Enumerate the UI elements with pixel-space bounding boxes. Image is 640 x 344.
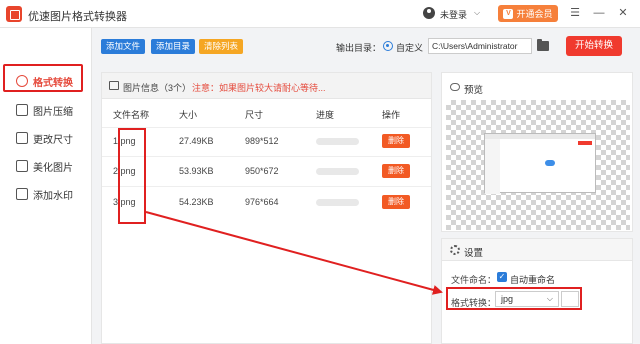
sidebar-item-label: 美化图片: [33, 162, 73, 174]
sidebar-item-label: 图片压缩: [33, 106, 73, 118]
settings-header: 设置: [442, 239, 632, 261]
chevron-down-icon[interactable]: ⌵: [474, 8, 480, 18]
file-dims-cell: 950*672: [245, 166, 279, 176]
folder-icon[interactable]: [537, 39, 549, 51]
settings-panel: 设置 文件命名： ✓ 自动重命名 格式转换： jpg ⌵: [441, 238, 633, 344]
file-dims-cell: 989*512: [245, 136, 279, 146]
login-status[interactable]: 未登录: [440, 8, 467, 21]
sidebar-item-beautify[interactable]: 美化图片: [10, 154, 88, 178]
row-divider: [102, 186, 431, 187]
delete-button[interactable]: 删除: [382, 195, 410, 209]
thumbnail-button: [578, 141, 592, 145]
format-select[interactable]: jpg ⌵: [495, 291, 559, 307]
vip-label: 开通会员: [516, 9, 553, 19]
menu-icon[interactable]: ☰: [568, 6, 582, 20]
thumbnail-sidebar: [485, 139, 500, 194]
file-name-cell: 2.png: [113, 166, 136, 176]
progress-bar: [316, 168, 359, 175]
file-size-cell: 53.93KB: [179, 166, 214, 176]
add-folder-button[interactable]: 添加目录: [151, 39, 196, 54]
progress-bar: [316, 138, 359, 145]
vip-icon: V: [503, 8, 514, 19]
file-dims-cell: 976*664: [245, 197, 279, 207]
cloud-icon: [545, 160, 555, 166]
chevron-down-icon: ⌵: [546, 294, 553, 303]
title-bar: 优速图片格式转换器 未登录 ⌵ V 开通会员 ☰ — ✕: [0, 0, 640, 28]
row-divider: [102, 156, 431, 157]
preview-canvas: [446, 100, 630, 230]
format-select-extra: [561, 291, 579, 307]
file-list-note: 注意：如果图片较大请耐心等待...: [192, 83, 326, 93]
image-icon: [109, 81, 119, 90]
clear-list-button[interactable]: 清除列表: [199, 39, 244, 54]
preview-thumbnail: [484, 133, 596, 194]
column-header-name: 文件名称: [113, 110, 150, 120]
format-convert-label: 格式转换：: [451, 298, 497, 308]
file-name-cell: 3.png: [113, 197, 136, 207]
output-path-input[interactable]: [428, 38, 532, 54]
file-list-panel: 图片信息（3个） 注意：如果图片较大请耐心等待... 文件名称 大小 尺寸 进度…: [101, 72, 432, 344]
watermark-icon: [16, 188, 28, 200]
sidebar-item-watermark[interactable]: 添加水印: [10, 182, 88, 206]
user-icon[interactable]: [423, 7, 435, 19]
sidebar-item-format-convert[interactable]: 格式转换: [10, 69, 88, 93]
vip-button[interactable]: V 开通会员: [498, 5, 558, 22]
output-dir-label: 输出目录：: [336, 43, 382, 53]
preview-panel: 预览: [441, 72, 633, 232]
compress-icon: [16, 104, 28, 116]
file-name-cell: 1.png: [113, 136, 136, 146]
file-list-title: 图片信息（3个）: [123, 83, 192, 93]
column-header-size: 大小: [179, 110, 198, 120]
app-logo-icon: [6, 6, 22, 22]
add-file-button[interactable]: 添加文件: [101, 39, 146, 54]
sidebar-item-resize[interactable]: 更改尺寸: [10, 126, 88, 150]
sidebar-item-label: 格式转换: [33, 77, 73, 89]
beautify-icon: [16, 160, 28, 172]
convert-icon: [16, 75, 28, 87]
sidebar-item-compress[interactable]: 图片压缩: [10, 98, 88, 122]
sidebar-item-label: 添加水印: [33, 190, 73, 202]
preview-title: 预览: [464, 85, 484, 96]
start-convert-button[interactable]: 开始转换: [566, 36, 622, 56]
sidebar: 格式转换 图片压缩 更改尺寸 美化图片 添加水印: [0, 28, 92, 344]
resize-icon: [16, 132, 28, 144]
format-select-value: jpg: [501, 294, 514, 304]
custom-label: 自定义: [396, 43, 424, 53]
file-size-cell: 54.23KB: [179, 197, 214, 207]
file-naming-label: 文件命名：: [451, 275, 497, 285]
auto-rename-label[interactable]: 自动重命名: [510, 273, 555, 286]
thumbnail-titlebar: [485, 134, 595, 139]
file-list-header: 图片信息（3个） 注意：如果图片较大请耐心等待...: [102, 73, 431, 99]
progress-bar: [316, 199, 359, 206]
minimize-icon[interactable]: —: [592, 6, 606, 20]
app-title: 优速图片格式转换器: [28, 11, 127, 23]
delete-button[interactable]: 删除: [382, 134, 410, 148]
preview-icon: [450, 83, 460, 91]
file-size-cell: 27.49KB: [179, 136, 214, 146]
delete-button[interactable]: 删除: [382, 164, 410, 178]
column-header-action: 操作: [382, 110, 401, 120]
column-header-progress: 进度: [316, 110, 335, 120]
row-divider: [102, 127, 431, 128]
close-icon[interactable]: ✕: [616, 6, 630, 20]
custom-radio[interactable]: [383, 41, 393, 51]
column-header-dims: 尺寸: [245, 110, 264, 120]
settings-title: 设置: [464, 248, 484, 259]
gear-icon: [450, 245, 460, 255]
auto-rename-checkbox[interactable]: ✓: [497, 272, 507, 282]
sidebar-item-label: 更改尺寸: [33, 134, 73, 146]
